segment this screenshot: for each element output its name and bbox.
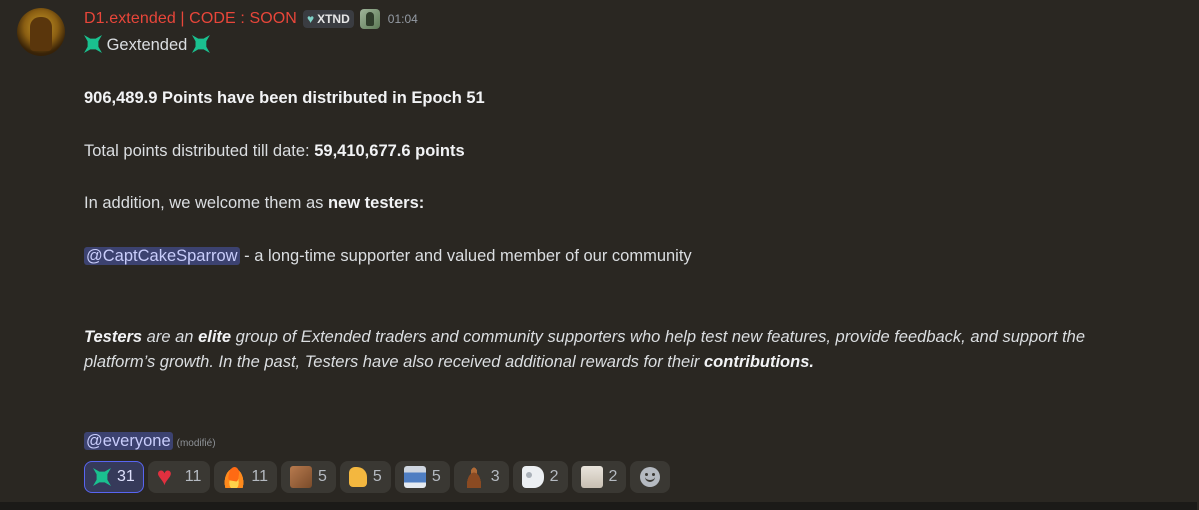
printer-icon bbox=[403, 466, 426, 488]
reaction-printer[interactable]: 5 bbox=[394, 461, 450, 493]
para-bold-elite: elite bbox=[198, 328, 232, 346]
message-header: D1.extended | CODE : SOON ♥ XTND 01:04 bbox=[84, 8, 418, 30]
smiley-icon bbox=[640, 467, 661, 487]
tester-description: - a long-time supporter and valued membe… bbox=[239, 247, 692, 265]
reaction-toilet-roll[interactable]: 2 bbox=[512, 461, 568, 493]
welcome-bold: new testers: bbox=[327, 194, 425, 212]
epoch-points-text: 906,489.9 Points have been distributed i… bbox=[84, 89, 485, 107]
tester-line: @CaptCakeSparrow - a long-time supporter… bbox=[84, 245, 692, 267]
modified-label: (modifié) bbox=[176, 438, 216, 449]
greeting-text: Gextended bbox=[106, 36, 188, 54]
reaction-count: 11 bbox=[184, 468, 202, 485]
gextended-icon bbox=[191, 35, 210, 53]
username[interactable]: D1.extended | CODE : SOON bbox=[84, 10, 297, 28]
reaction-cat[interactable]: 2 bbox=[571, 461, 627, 493]
gextended-icon bbox=[93, 468, 111, 486]
total-label: Total points distributed till date: bbox=[84, 142, 315, 160]
custom-face-icon bbox=[290, 466, 313, 488]
server-tag[interactable]: ♥ XTND bbox=[302, 10, 354, 28]
reaction-thumbs-up[interactable]: 5 bbox=[339, 461, 391, 493]
reactions-bar: 31 11 11 5 5 5 3 2 bbox=[84, 461, 671, 493]
heart-tag-icon: ♥ bbox=[306, 12, 315, 26]
total-value: 59,410,677.6 points bbox=[314, 142, 465, 160]
para-text-1: are an bbox=[142, 328, 199, 346]
add-reaction-button[interactable] bbox=[630, 461, 671, 493]
tester-mention[interactable]: @CaptCakeSparrow bbox=[84, 247, 240, 265]
reaction-count: 5 bbox=[318, 468, 327, 485]
message-container: D1.extended | CODE : SOON ♥ XTND 01:04 G… bbox=[0, 0, 1197, 510]
reaction-heart[interactable]: 11 bbox=[147, 461, 211, 493]
reaction-fire[interactable]: 11 bbox=[214, 461, 278, 493]
role-icon[interactable] bbox=[359, 9, 380, 29]
poop-icon bbox=[462, 466, 485, 488]
total-line: Total points distributed till date: 59,4… bbox=[84, 140, 465, 162]
para-text-2: group of Extended traders and community … bbox=[84, 328, 1086, 371]
reaction-gextended[interactable]: 31 bbox=[84, 461, 144, 493]
timestamp[interactable]: 01:04 bbox=[388, 12, 418, 26]
everyone-mention[interactable]: @everyone bbox=[84, 432, 173, 450]
server-tag-label: XTND bbox=[317, 12, 350, 26]
testers-paragraph: Testers are an elite group of Extended t… bbox=[84, 325, 1124, 375]
reaction-count: 31 bbox=[117, 468, 135, 485]
fire-icon bbox=[223, 466, 246, 488]
para-bold-testers: Testers bbox=[84, 328, 143, 346]
reaction-count: 3 bbox=[490, 468, 500, 485]
reaction-poop[interactable]: 3 bbox=[453, 461, 509, 493]
welcome-text: In addition, we welcome them as bbox=[84, 194, 328, 212]
everyone-line: @everyone (modifié) bbox=[84, 430, 216, 455]
red-heart-icon bbox=[157, 462, 179, 490]
user-avatar[interactable] bbox=[17, 8, 65, 56]
reaction-count: 2 bbox=[549, 468, 559, 485]
cat-icon bbox=[580, 466, 603, 488]
reaction-count: 2 bbox=[608, 468, 618, 485]
thumbs-up-icon bbox=[348, 467, 367, 487]
toilet-roll-icon bbox=[521, 466, 544, 488]
reaction-custom-face[interactable]: 5 bbox=[281, 461, 336, 493]
welcome-line: In addition, we welcome them as new test… bbox=[84, 192, 424, 214]
reaction-count: 5 bbox=[431, 468, 441, 485]
gextended-icon bbox=[84, 35, 102, 53]
reaction-count: 11 bbox=[251, 468, 269, 485]
para-bold-contributions: contributions. bbox=[703, 353, 814, 371]
greeting-line: Gextended bbox=[84, 34, 210, 56]
points-line: 906,489.9 Points have been distributed i… bbox=[84, 87, 485, 109]
reaction-count: 5 bbox=[372, 468, 382, 485]
